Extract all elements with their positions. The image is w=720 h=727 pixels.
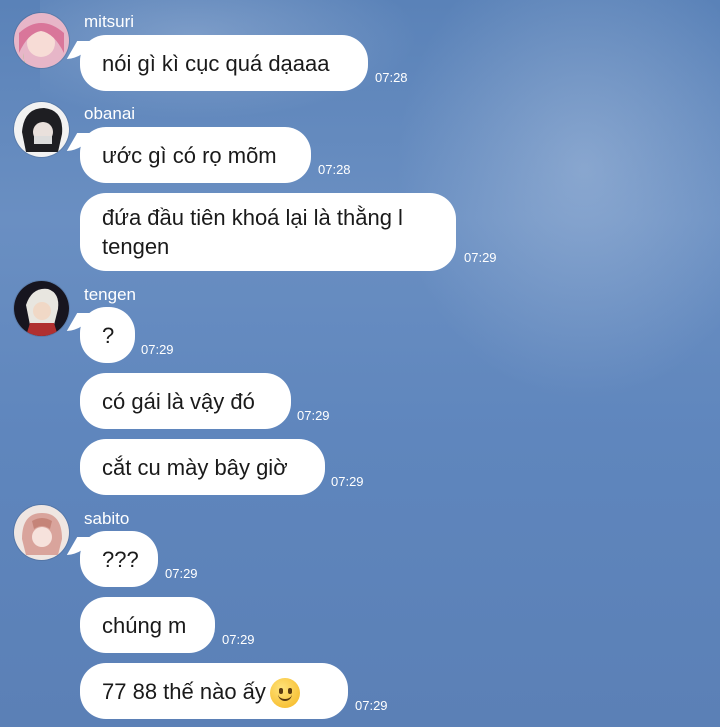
slightly-smiling-face-icon xyxy=(269,678,300,709)
message-text: ước gì có rọ mõm xyxy=(102,143,277,168)
message-time: 07:29 xyxy=(355,698,388,713)
message-time: 07:29 xyxy=(464,250,497,265)
message-time: 07:28 xyxy=(318,162,351,177)
message-bubble[interactable]: nói gì kì cục quá dạaaa xyxy=(80,35,368,91)
message-text: nói gì kì cục quá dạaaa xyxy=(102,51,330,76)
message-time: 07:29 xyxy=(222,632,255,647)
message-bubble[interactable]: ? xyxy=(80,307,135,363)
message-bubble[interactable]: 77 88 thế nào ấy xyxy=(80,663,348,719)
message-bubble[interactable]: ước gì có rọ mõm xyxy=(80,127,311,183)
avatar-tengen[interactable] xyxy=(14,281,69,336)
message-time: 07:29 xyxy=(297,408,330,423)
avatar-sabito[interactable] xyxy=(14,505,69,560)
message-time: 07:29 xyxy=(165,566,198,581)
message-bubble[interactable]: đứa đầu tiên khoá lại là thằng l tengen xyxy=(80,193,456,271)
message-text: ? xyxy=(102,323,115,348)
message-text: ??? xyxy=(102,547,139,572)
sender-name: sabito xyxy=(84,509,130,528)
avatar-mitsuri[interactable] xyxy=(14,13,69,68)
message-text: cắt cu mày bây giờ xyxy=(102,455,288,480)
message-time: 07:29 xyxy=(141,342,174,357)
sender-name: mitsuri xyxy=(84,12,135,31)
message-text: chúng m xyxy=(102,613,187,638)
message-text: có gái là vậy đó xyxy=(102,389,255,414)
sender-name: obanai xyxy=(84,104,136,123)
message-bubble[interactable]: chúng m xyxy=(80,597,215,653)
message-time: 07:29 xyxy=(331,474,364,489)
sender-name: tengen xyxy=(84,285,136,304)
message-bubble[interactable]: ??? xyxy=(80,531,158,587)
message-text: đứa đầu tiên khoá lại là thằng l tengen xyxy=(102,205,403,259)
avatar-obanai[interactable] xyxy=(14,102,69,157)
message-bubble[interactable]: có gái là vậy đó xyxy=(80,373,291,429)
message-time: 07:28 xyxy=(375,70,408,85)
message-text: 77 88 thế nào ấy xyxy=(102,679,266,704)
message-bubble[interactable]: cắt cu mày bây giờ xyxy=(80,439,325,495)
